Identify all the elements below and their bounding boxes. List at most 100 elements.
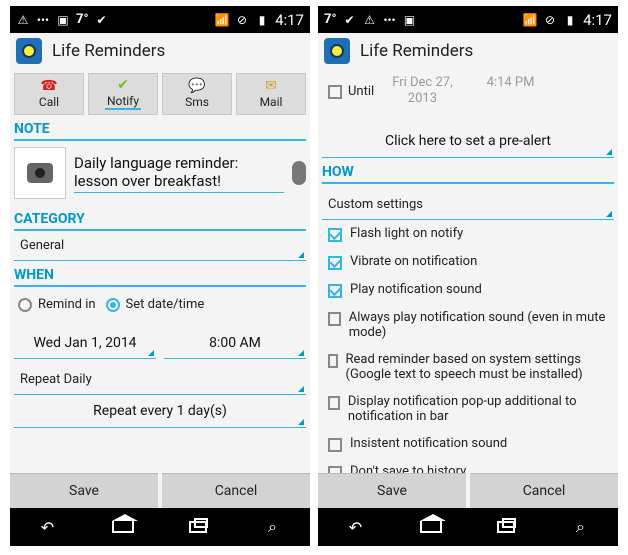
until-date-field[interactable]: Fri Dec 27, 2013 (392, 75, 452, 107)
status-time: 4:17 (583, 10, 612, 29)
when-mode-row: Remind in Set date/time (10, 287, 310, 322)
how-options-list: Flash light on notify Vibrate on notific… (318, 220, 618, 486)
dots-icon: ••• (383, 12, 396, 27)
category-spinner[interactable]: General (14, 231, 306, 261)
home-icon (419, 514, 446, 533)
action-bar: Life Reminders (318, 33, 618, 69)
option-vibrate[interactable]: Vibrate on notification (318, 248, 618, 276)
save-button[interactable]: Save (318, 473, 466, 508)
radio-on-icon (105, 297, 120, 312)
bottom-actions: Save Cancel (318, 473, 618, 508)
until-row: Until Fri Dec 27, 2013 4:14 PM (318, 69, 618, 107)
checkbox-icon (328, 354, 338, 368)
tab-sms[interactable]: 💬 Sms (162, 73, 232, 115)
image-icon: ▣ (403, 12, 416, 27)
app-icon (16, 38, 42, 64)
option-play-sound[interactable]: Play notification sound (318, 276, 618, 304)
remind-in-label: Remind in (38, 297, 96, 312)
dots-icon: ••• (36, 12, 50, 27)
recents-button[interactable] (182, 517, 214, 537)
set-date-time-radio[interactable]: Set date/time (105, 297, 204, 312)
tab-mail[interactable]: ✉ Mail (236, 73, 306, 115)
no-signal-icon: ⊘ (237, 12, 248, 27)
option-label: Play notification sound (350, 282, 482, 297)
recents-icon (496, 518, 516, 533)
option-display-popup[interactable]: Display notification pop-up additional t… (318, 388, 618, 430)
warning-icon: ⚠ (364, 12, 375, 27)
photo-button[interactable] (14, 147, 66, 199)
mail-icon: ✉ (265, 78, 277, 94)
app-icon (324, 38, 350, 64)
remind-in-radio[interactable]: Remind in (18, 297, 96, 312)
status-right: 📶 ⊘ ▮ 4:17 (523, 11, 612, 29)
sms-icon: 💬 (188, 78, 206, 94)
camera-icon (27, 163, 53, 183)
home-button[interactable] (107, 514, 139, 537)
app-title: Life Reminders (360, 41, 474, 61)
option-label: Always play notification sound (even in … (348, 310, 606, 340)
until-time-field[interactable]: 4:14 PM (487, 75, 535, 107)
no-signal-icon: ⊘ (545, 12, 556, 27)
note-text[interactable]: Daily language reminder: lesson over bre… (74, 154, 284, 193)
until-fields: Fri Dec 27, 2013 4:14 PM (392, 75, 534, 107)
radio-off-icon (18, 297, 32, 312)
nav-bar: ↶ ⌕ (10, 508, 310, 546)
cancel-button[interactable]: Cancel (470, 473, 618, 508)
app-title: Life Reminders (52, 41, 166, 61)
temperature: 7° (324, 12, 337, 27)
tab-notify-label: Notify (104, 94, 142, 110)
option-flash-light[interactable]: Flash light on notify (318, 220, 618, 248)
status-bar: ⚠ ••• ▣ 7° ✔ 📶 ⊘ ▮ 4:17 (10, 6, 310, 33)
tab-sms-label: Sms (185, 95, 209, 109)
status-bar: 7° ✔ ⚠ ••• ▣ 📶 ⊘ ▮ 4:17 (318, 6, 618, 33)
option-read-reminder[interactable]: Read reminder based on system settings (… (318, 346, 618, 388)
checkbox-checked-icon (328, 284, 342, 298)
until-checkbox[interactable]: Until (328, 83, 374, 99)
action-bar: Life Reminders (10, 33, 310, 69)
option-label: Insistent notification sound (350, 436, 508, 451)
check-icon: ✔ (96, 12, 107, 27)
warning-icon: ⚠ (17, 12, 29, 27)
check-icon: ✔ (344, 12, 355, 27)
checkbox-icon (328, 396, 340, 410)
search-icon[interactable]: ⌕ (257, 517, 289, 537)
back-icon[interactable]: ↶ (340, 517, 372, 537)
repeat-every-field[interactable]: Repeat every 1 day(s) (14, 395, 306, 428)
status-left: 7° ✔ ⚠ ••• ▣ (324, 12, 417, 27)
action-tabs: ☎ Call ✔ Notify 💬 Sms ✉ Mail (10, 69, 310, 115)
option-label: Display notification pop-up additional t… (347, 394, 577, 424)
save-button[interactable]: Save (10, 473, 158, 508)
nav-bar: ↶ ⌕ (318, 508, 618, 546)
back-icon[interactable]: ↶ (32, 517, 64, 537)
pre-alert-field[interactable]: Click here to set a pre-alert (322, 125, 614, 158)
repeat-spinner[interactable]: Repeat Daily (14, 365, 306, 395)
status-left: ⚠ ••• ▣ 7° ✔ (16, 12, 109, 27)
check-icon: ✔ (117, 77, 129, 93)
until-date-line2: 2013 (407, 91, 438, 106)
option-label: Read reminder based on system settings (… (345, 352, 583, 382)
temperature: 7° (76, 12, 89, 27)
wifi-icon: 📶 (214, 12, 230, 27)
checkbox-checked-icon (328, 228, 342, 242)
time-field[interactable]: 8:00 AM (164, 328, 306, 359)
option-insistent[interactable]: Insistent notification sound (318, 430, 618, 458)
checkbox-icon (328, 438, 342, 452)
tab-mail-label: Mail (259, 95, 283, 109)
note-section-header: NOTE (14, 121, 306, 141)
cancel-button[interactable]: Cancel (162, 473, 310, 508)
recents-button[interactable] (490, 517, 522, 537)
note-row: Daily language reminder: lesson over bre… (10, 141, 310, 205)
status-right: 📶 ⊘ ▮ 4:17 (215, 11, 304, 29)
option-always-play[interactable]: Always play notification sound (even in … (318, 304, 618, 346)
bottom-actions: Save Cancel (10, 473, 310, 508)
tab-call[interactable]: ☎ Call (14, 73, 84, 115)
microphone-icon[interactable] (292, 161, 306, 185)
tab-notify[interactable]: ✔ Notify (88, 73, 158, 115)
date-field[interactable]: Wed Jan 1, 2014 (14, 328, 156, 359)
battery-icon: ▮ (258, 12, 266, 27)
battery-icon: ▮ (566, 12, 574, 27)
custom-settings-spinner[interactable]: Custom settings (322, 190, 614, 220)
search-icon[interactable]: ⌕ (565, 517, 597, 537)
home-button[interactable] (415, 514, 447, 537)
until-date-line1: Fri Dec 27, (392, 75, 453, 90)
